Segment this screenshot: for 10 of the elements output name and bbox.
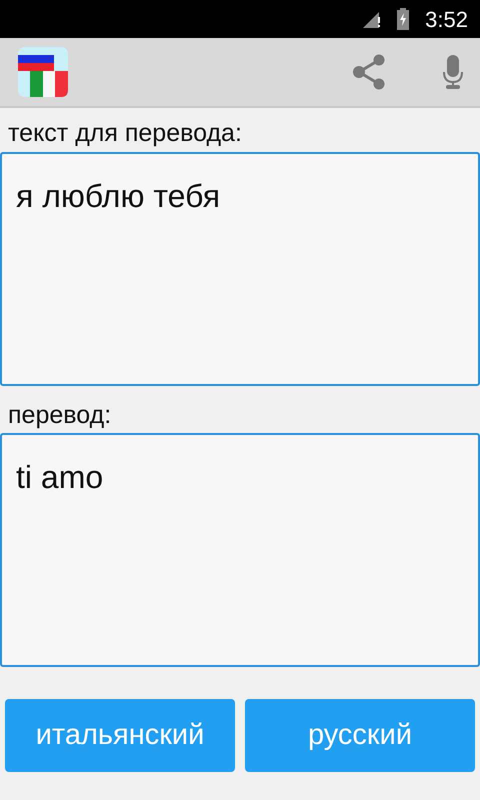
translation-text-field[interactable]: ti amo [0, 433, 480, 667]
source-label: текст для перевода: [7, 118, 243, 149]
share-icon[interactable] [352, 54, 386, 90]
translation-label: перевод: [7, 400, 112, 430]
clock: 3:52 [425, 6, 468, 34]
flags-logo-icon [18, 47, 68, 97]
source-text-field[interactable]: я люблю тебя [0, 152, 480, 386]
signal-icon [363, 10, 382, 28]
battery-icon [397, 8, 410, 30]
microphone-icon[interactable] [442, 55, 464, 89]
